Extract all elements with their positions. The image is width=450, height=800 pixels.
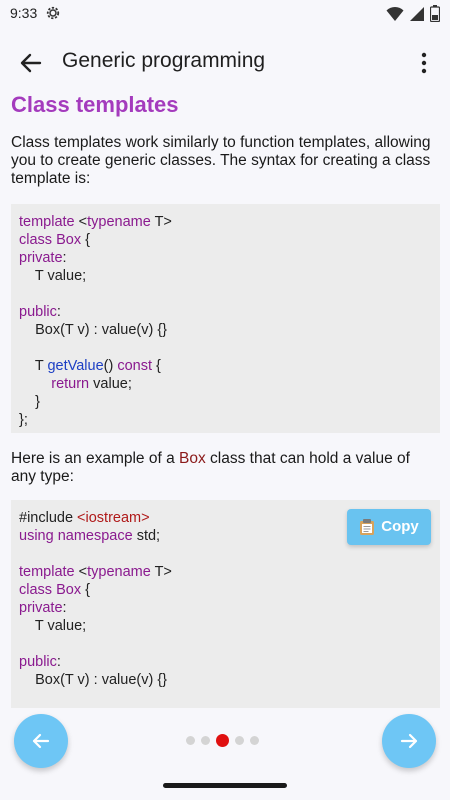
wifi-icon [386, 6, 404, 21]
code-token: { [81, 232, 90, 248]
code-line: } [19, 393, 40, 411]
code-token: T> [150, 564, 172, 580]
code-line: #include <iostream> [19, 509, 150, 527]
status-bar: 9:33 [0, 0, 450, 28]
code-token: private [19, 250, 63, 266]
code-line: class Box { [19, 581, 90, 599]
page-dot [235, 736, 244, 745]
code-token: const [117, 358, 153, 374]
example-highlight: Box [179, 450, 206, 467]
clipboard-icon [360, 519, 375, 535]
code-line: return value; [19, 375, 132, 393]
code-token: std; [132, 528, 161, 544]
code-token: typename [87, 214, 151, 230]
code-token: template [19, 564, 79, 580]
back-arrow-icon[interactable] [14, 46, 48, 80]
home-indicator[interactable] [163, 783, 287, 788]
lesson-content[interactable]: Class templates Class templates work sim… [0, 88, 450, 708]
arrow-left-icon [32, 733, 50, 749]
code-line: public: [19, 653, 61, 671]
code-line: template <typename T> [19, 213, 172, 231]
code-token: class [19, 582, 57, 598]
code-token: : [56, 304, 61, 320]
code-line: Box(T v) : value(v) {} [19, 321, 167, 339]
code-token: { [81, 582, 90, 598]
page-dot [186, 736, 195, 745]
code-token: return [51, 376, 90, 392]
code-token: T value; [19, 618, 87, 634]
more-vert-icon[interactable] [414, 48, 434, 78]
code-token: value; [89, 376, 132, 392]
code-line: T value; [19, 617, 86, 635]
page-indicator [186, 734, 259, 747]
code-token: { [152, 358, 161, 374]
copy-button[interactable]: Copy [347, 509, 431, 545]
battery-icon [430, 5, 440, 22]
page-title: Generic programming [62, 49, 266, 72]
cellular-icon [410, 6, 424, 21]
gear-icon [46, 6, 60, 20]
code-token: () [103, 358, 118, 374]
code-line: public: [19, 303, 61, 321]
next-page-button[interactable] [382, 714, 436, 768]
code-token: : [56, 654, 61, 670]
code-token: #include [19, 510, 78, 526]
previous-page-button[interactable] [14, 714, 68, 768]
page-dot [201, 736, 210, 745]
code-line: T value; [19, 267, 86, 285]
code-line: private: [19, 249, 67, 267]
code-token: template [19, 214, 79, 230]
code-token: < [78, 214, 88, 230]
page-dot [250, 736, 259, 745]
code-token: Box [56, 582, 82, 598]
code-line: template <typename T> [19, 563, 172, 581]
code-line: Box(T v) : value(v) {} [19, 671, 167, 689]
code-line: class Box { [19, 231, 90, 249]
code-token: public [19, 304, 57, 320]
code-token: : [62, 250, 67, 266]
code-token: T value; [19, 268, 87, 284]
code-line: T getValue() const { [19, 357, 161, 375]
copy-label: Copy [381, 518, 419, 535]
example-text-pre: Here is an example of a [11, 450, 180, 467]
code-token: getValue [47, 358, 104, 374]
code-line: private: [19, 599, 67, 617]
code-token: namespace [57, 528, 133, 544]
code-block-syntax: template <typename T> class Box {private:… [11, 204, 440, 433]
code-line: }; [19, 411, 28, 429]
code-line: using namespace std; [19, 527, 160, 545]
page-dot-active [216, 734, 229, 747]
code-token: Box(T v) : value(v) {} [19, 672, 168, 688]
code-token: T [19, 358, 48, 374]
code-token: private [19, 600, 63, 616]
code-token: Box(T v) : value(v) {} [19, 322, 168, 338]
code-token: : [62, 600, 67, 616]
code-token: public [19, 654, 57, 670]
code-token: }; [19, 412, 28, 428]
arrow-right-icon [400, 733, 418, 749]
code-token: <iostream> [77, 510, 150, 526]
code-token: typename [87, 564, 151, 580]
example-paragraph: Here is an example of a Box class that c… [11, 450, 439, 486]
code-token: Box [56, 232, 82, 248]
code-token: using [19, 528, 54, 544]
app-bar: Generic programming [0, 36, 450, 88]
intro-paragraph: Class templates work similarly to functi… [11, 134, 431, 187]
code-token: T> [150, 214, 172, 230]
code-token: < [78, 564, 88, 580]
status-time: 9:33 [10, 5, 38, 21]
code-token: class [19, 232, 57, 248]
section-title: Class templates [11, 92, 179, 117]
code-block-example: Copy #include <iostream> using namespace … [11, 500, 440, 708]
status-icons [386, 5, 440, 22]
code-token: } [19, 394, 40, 410]
